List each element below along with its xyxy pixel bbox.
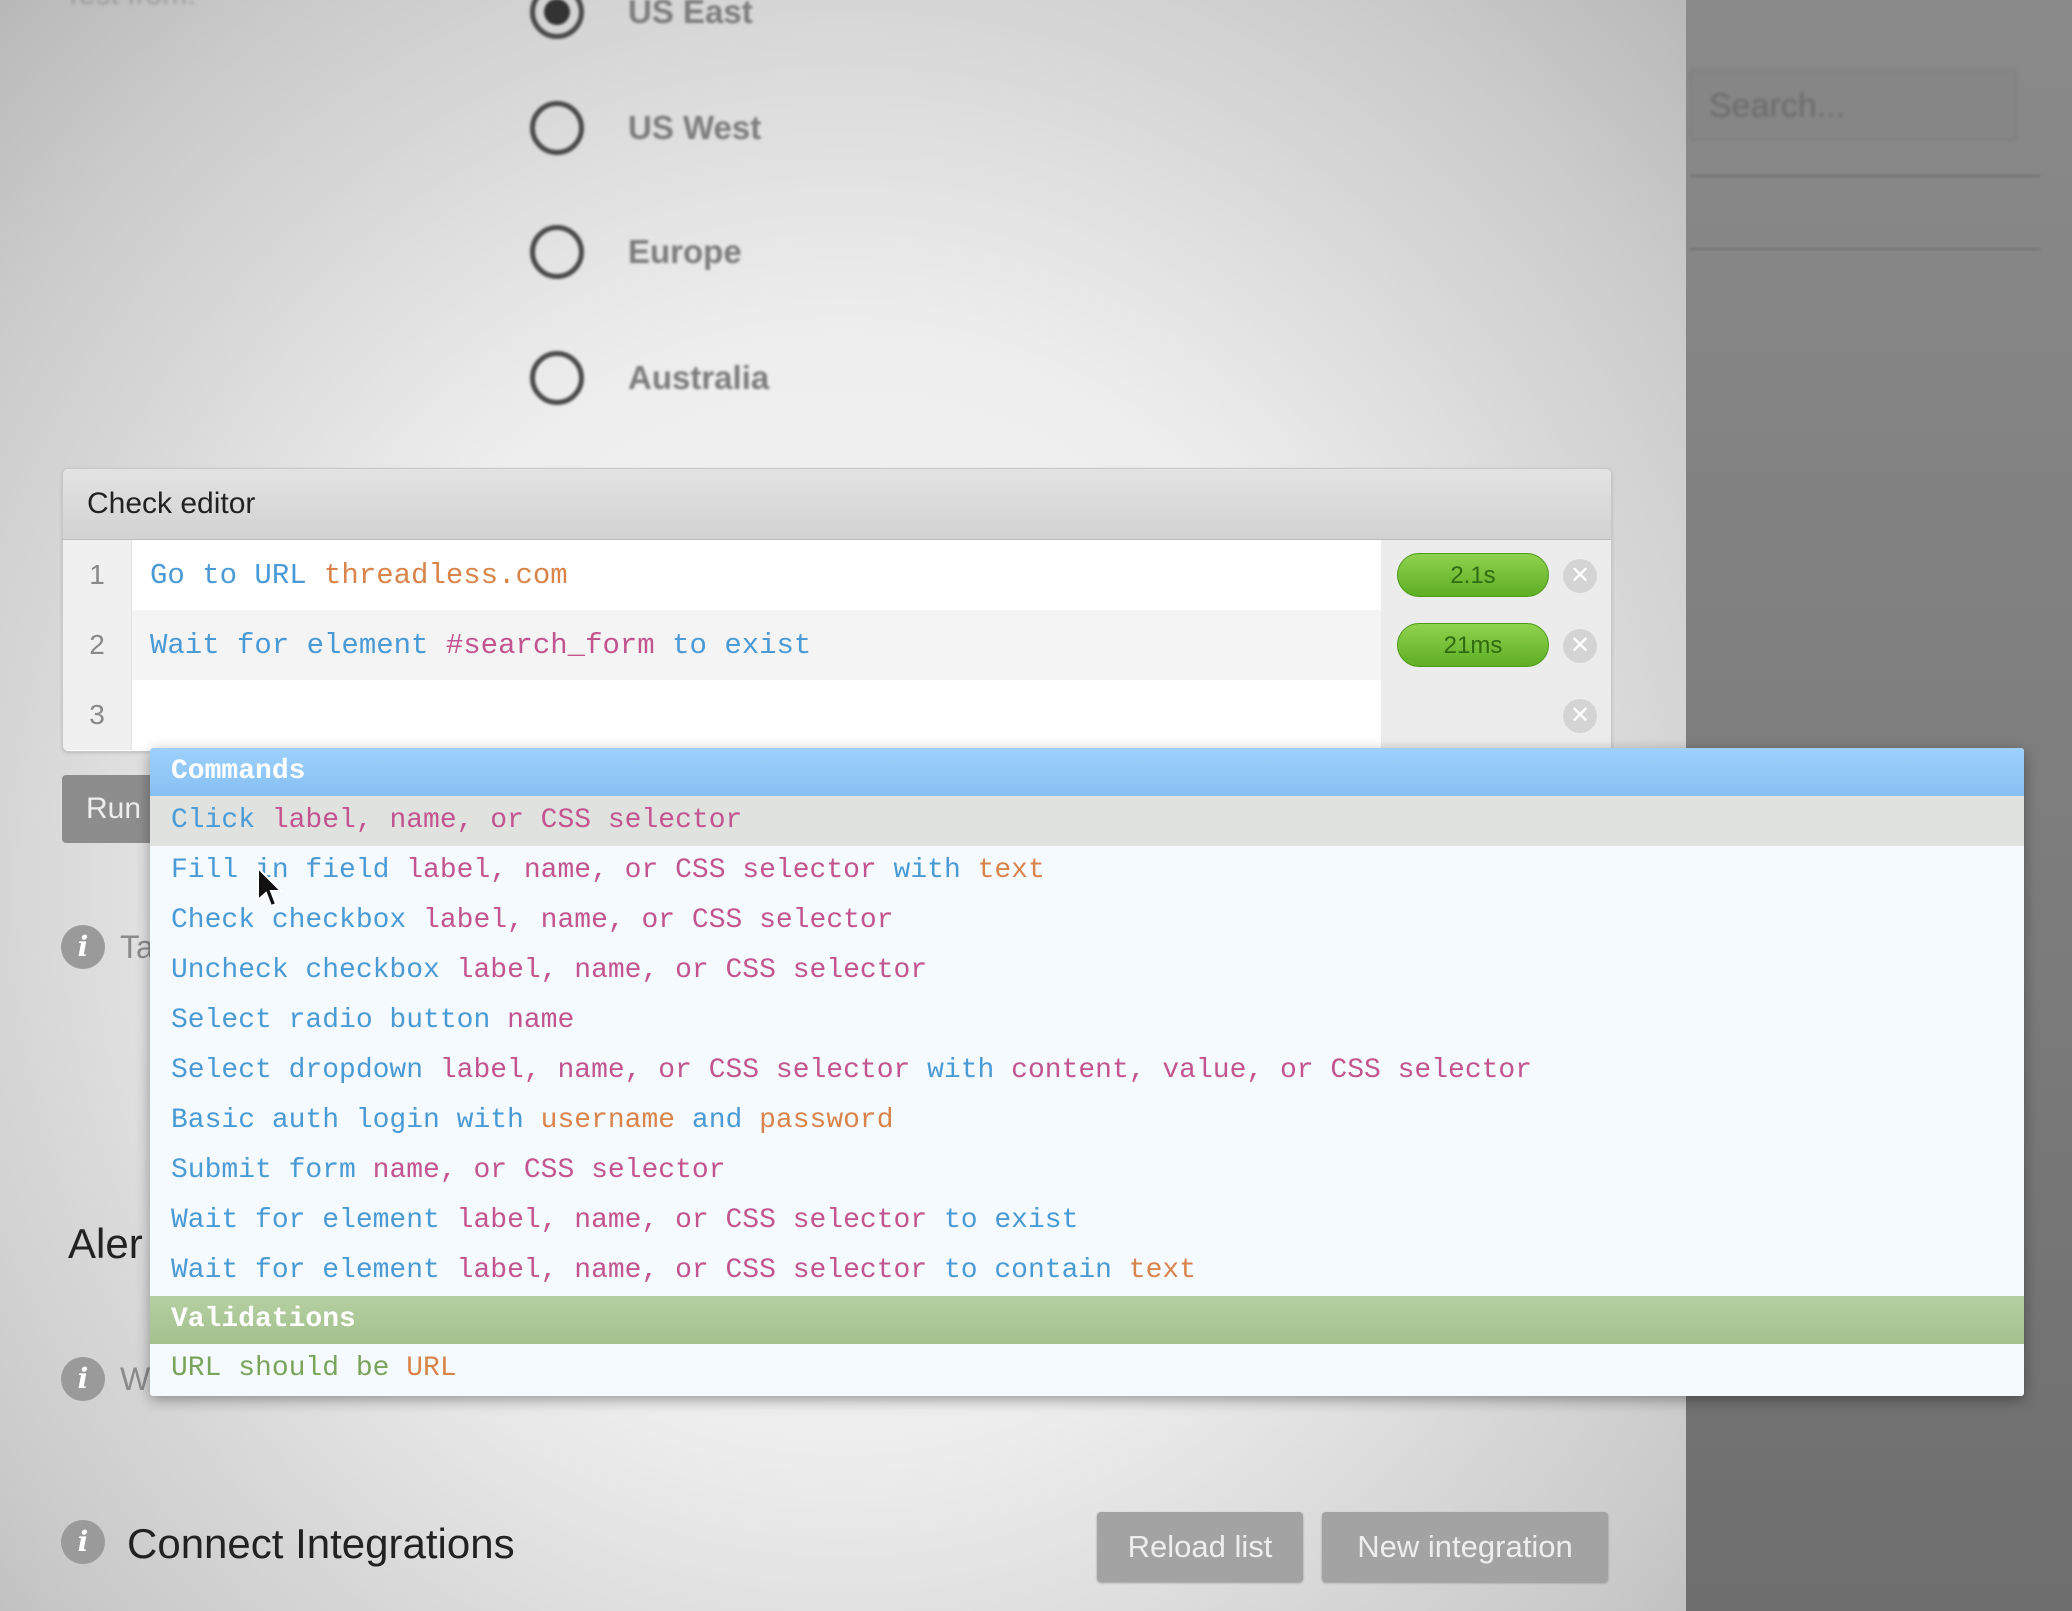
radio-unselected-icon [530, 351, 584, 405]
radio-option-europe[interactable]: Europe [530, 220, 742, 284]
check-editor: Check editor 1 Go to URL threadless.com … [62, 468, 1612, 752]
info-icon: i [61, 925, 105, 969]
code-selector: #search_form [445, 628, 655, 662]
line-code[interactable]: Go to URL threadless.com [150, 559, 568, 592]
test-from-label: Test from: [64, 0, 196, 12]
item-selector: label, name, or CSS selector [423, 905, 894, 936]
alerts-section-title: Aler [68, 1220, 143, 1267]
code-command: Wait for element [150, 628, 446, 662]
item-argument: URL [406, 1353, 457, 1384]
autocomplete-item-fill-in[interactable]: Fill in field label, name, or CSS select… [150, 846, 2024, 896]
item-command: Submit form [171, 1155, 373, 1186]
radio-option-us-west[interactable]: US West [530, 96, 761, 160]
item-selector: label, name, or CSS selector [406, 855, 877, 886]
item-argument: password [759, 1105, 894, 1136]
sidebar-divider [1690, 248, 2040, 250]
info-icon: i [61, 1520, 105, 1564]
item-selector: label, name, or CSS selector [439, 1055, 911, 1086]
item-command: Uncheck checkbox [171, 955, 457, 986]
line-number: 1 [63, 540, 132, 610]
item-command: to contain [927, 1255, 1129, 1286]
editor-line-1[interactable]: 1 Go to URL threadless.com 2.1s ✕ [63, 540, 1611, 610]
item-argument: text [1128, 1255, 1196, 1286]
item-command: with [876, 855, 978, 886]
autocomplete-item-wait-exist[interactable]: Wait for element label, name, or CSS sel… [150, 1196, 2024, 1246]
check-editor-title: Check editor [63, 469, 1611, 540]
code-argument: threadless.com [324, 558, 568, 592]
new-integration-button[interactable]: New integration [1322, 1512, 1608, 1582]
item-command: Click [171, 805, 272, 836]
autocomplete-item-basic-auth[interactable]: Basic auth login with username and passw… [150, 1096, 2024, 1146]
info-text: W [120, 1361, 151, 1397]
remove-line-icon[interactable]: ✕ [1563, 559, 1597, 593]
autocomplete-item-check[interactable]: Check checkbox label, name, or CSS selec… [150, 896, 2024, 946]
remove-line-icon[interactable]: ✕ [1563, 699, 1597, 733]
item-selector: label, name, or CSS selector [271, 805, 743, 836]
sidebar-divider [1690, 175, 2040, 177]
item-command: Fill in field [171, 855, 407, 886]
item-argument: username [540, 1105, 676, 1136]
line-code[interactable]: Wait for element #search_form to exist [150, 629, 811, 662]
autocomplete-item-url-should-be[interactable]: URL should be URL [150, 1344, 2024, 1394]
radio-selected-icon [530, 0, 584, 39]
reload-list-button[interactable]: Reload list [1097, 1512, 1303, 1582]
editor-line-2[interactable]: 2 Wait for element #search_form to exist… [63, 610, 1611, 680]
item-selector: label, name, or CSS selector [456, 955, 928, 986]
radio-label: US West [628, 109, 762, 146]
autocomplete-item-click[interactable]: Click label, name, or CSS selector [150, 796, 2024, 846]
autocomplete-dropdown: Commands Click label, name, or CSS selec… [150, 748, 2024, 1396]
timing-badge: 2.1s [1397, 553, 1549, 597]
radio-option-us-east[interactable]: US East [530, 0, 753, 44]
item-command: Check checkbox [171, 905, 424, 936]
radio-label: Australia [628, 359, 770, 396]
editor-line-3[interactable]: 3 ✕ [63, 680, 1611, 750]
info-icon: i [61, 1357, 105, 1401]
radio-unselected-icon [530, 225, 584, 279]
item-selector: name, or CSS selector [372, 1155, 726, 1186]
item-selector: content, value, or CSS selector [1011, 1055, 1533, 1086]
commands-header: Commands [150, 748, 2024, 796]
autocomplete-item-uncheck[interactable]: Uncheck checkbox label, name, or CSS sel… [150, 946, 2024, 996]
connect-integrations-title: Connect Integrations [127, 1520, 515, 1567]
line-number: 3 [63, 680, 132, 750]
code-command: Go to URL [150, 558, 325, 592]
item-command: Select radio button [171, 1005, 508, 1036]
radio-option-australia[interactable]: Australia [530, 346, 769, 410]
info-text: Ta [120, 929, 154, 965]
autocomplete-item-select-radio[interactable]: Select radio button name [150, 996, 2024, 1046]
item-command: with [910, 1055, 1012, 1086]
radio-label: US East [628, 0, 753, 30]
item-argument: text [977, 855, 1045, 886]
validations-header: Validations [150, 1296, 2024, 1344]
item-selector: label, name, or CSS selector [456, 1205, 928, 1236]
code-command: to exist [654, 628, 812, 662]
radio-unselected-icon [530, 101, 584, 155]
autocomplete-item-submit-form[interactable]: Submit form name, or CSS selector [150, 1146, 2024, 1196]
item-command: Select dropdown [171, 1055, 440, 1086]
line-number: 2 [63, 610, 132, 680]
item-command: Wait for element [171, 1205, 457, 1236]
autocomplete-item-wait-contain[interactable]: Wait for element label, name, or CSS sel… [150, 1246, 2024, 1296]
sidebar-search-input[interactable]: Search... [1690, 70, 2016, 140]
item-command: and [675, 1105, 760, 1136]
item-validation: URL should be [171, 1353, 407, 1384]
item-selector: name [507, 1005, 575, 1036]
item-command: Wait for element [171, 1255, 457, 1286]
mouse-pointer-icon [257, 866, 284, 908]
autocomplete-item-select-dropdown[interactable]: Select dropdown label, name, or CSS sele… [150, 1046, 2024, 1096]
radio-label: Europe [628, 233, 742, 270]
remove-line-icon[interactable]: ✕ [1563, 629, 1597, 663]
item-selector: label, name, or CSS selector [456, 1255, 928, 1286]
timing-badge: 21ms [1397, 623, 1549, 667]
item-command: Basic auth login with [171, 1105, 541, 1136]
item-command: to exist [927, 1205, 1079, 1236]
